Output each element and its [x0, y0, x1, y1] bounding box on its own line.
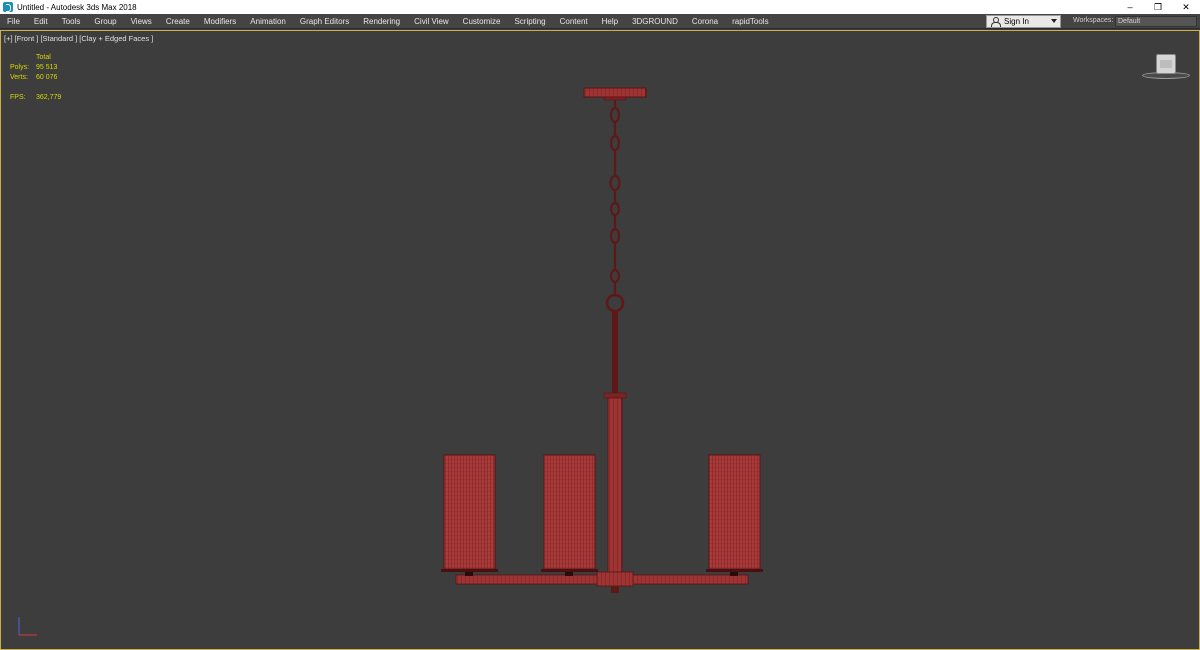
lamp-shade-middle[interactable]: [541, 454, 598, 576]
lamp-shade-left[interactable]: [441, 454, 498, 576]
menu-group[interactable]: Group: [87, 14, 123, 29]
menu-rapidtools[interactable]: rapidTools: [725, 14, 775, 29]
lamp-shade-right[interactable]: [706, 454, 763, 576]
menu-rendering[interactable]: Rendering: [356, 14, 407, 29]
user-icon: [991, 17, 1001, 27]
menu-views[interactable]: Views: [124, 14, 159, 29]
menu-civil-view[interactable]: Civil View: [407, 14, 456, 29]
minimize-button[interactable]: –: [1116, 0, 1144, 14]
center-rod[interactable]: [603, 311, 627, 575]
axis-tripod-icon: [18, 617, 37, 636]
arm-bar[interactable]: [455, 571, 749, 593]
workspaces-label: Workspaces:: [1073, 17, 1114, 24]
3ds-max-logo-icon[interactable]: [3, 2, 13, 12]
title-bar: Untitled - Autodesk 3ds Max 2018 – ❐ ✕: [0, 0, 1200, 14]
sign-in-dropdown[interactable]: Sign In: [986, 15, 1061, 28]
front-viewport[interactable]: [+] [Front ] [Standard ] [Clay + Edged F…: [0, 30, 1200, 650]
menu-help[interactable]: Help: [595, 14, 625, 29]
menu-tools[interactable]: Tools: [55, 14, 88, 29]
menu-bar: File Edit Tools Group Views Create Modifiers An…: [0, 14, 1200, 29]
menu-modifiers[interactable]: Modifiers: [197, 14, 243, 29]
menu-3dground[interactable]: 3DGROUND: [625, 14, 685, 29]
menu-scripting[interactable]: Scripting: [507, 14, 552, 29]
menu-animation[interactable]: Animation: [243, 14, 293, 29]
ceiling-canopy[interactable]: [583, 87, 647, 101]
menu-create[interactable]: Create: [159, 14, 197, 29]
menu-items: File Edit Tools Group Views Create Modifiers An…: [0, 14, 776, 29]
menu-edit[interactable]: Edit: [27, 14, 55, 29]
menu-customize[interactable]: Customize: [456, 14, 508, 29]
window-title: Untitled - Autodesk 3ds Max 2018: [17, 2, 137, 12]
sign-in-label: Sign In: [1004, 17, 1029, 26]
chandelier-wireframe-model[interactable]: [1, 31, 1199, 649]
chain[interactable]: [605, 100, 625, 313]
window-controls: – ❐ ✕: [1116, 0, 1200, 14]
restore-button[interactable]: ❐: [1144, 0, 1172, 14]
menu-corona[interactable]: Corona: [685, 14, 725, 29]
menu-graph-editors[interactable]: Graph Editors: [293, 14, 356, 29]
close-button[interactable]: ✕: [1172, 0, 1200, 14]
menu-content[interactable]: Content: [553, 14, 595, 29]
chevron-down-icon: [1051, 19, 1057, 23]
menu-file[interactable]: File: [0, 14, 27, 29]
workspace-select[interactable]: Default: [1115, 16, 1197, 27]
